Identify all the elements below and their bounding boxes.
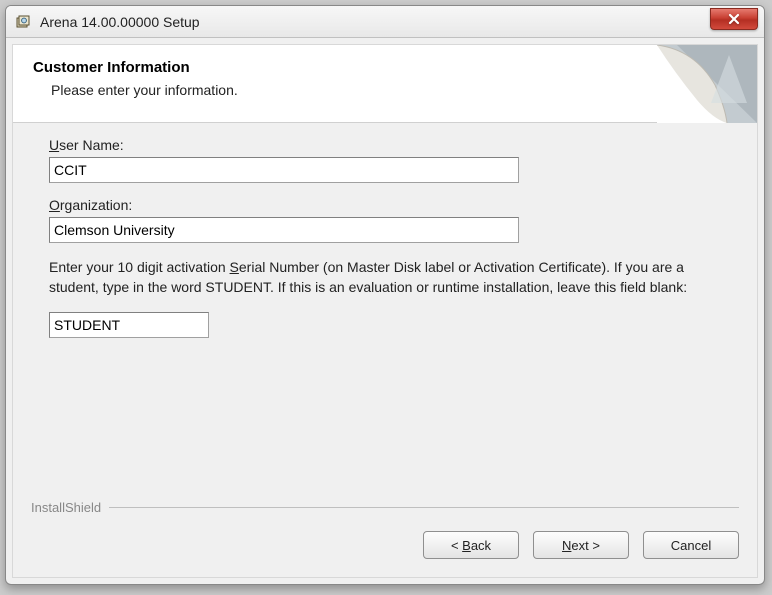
page-subtitle: Please enter your information.: [51, 82, 737, 98]
button-row: < Back Next > Cancel: [31, 531, 739, 559]
close-icon: [727, 13, 741, 25]
user-name-input[interactable]: [49, 157, 519, 183]
close-button[interactable]: [710, 8, 758, 30]
form-area: User Name: Organization: Enter your 10 d…: [13, 123, 757, 500]
back-button[interactable]: < Back: [423, 531, 519, 559]
user-name-label: User Name:: [49, 137, 721, 153]
cancel-button[interactable]: Cancel: [643, 531, 739, 559]
serial-instructions: Enter your 10 digit activation Serial Nu…: [49, 257, 689, 298]
serial-number-input[interactable]: [49, 312, 209, 338]
titlebar[interactable]: Arena 14.00.00000 Setup: [6, 6, 764, 38]
page-title: Customer Information: [33, 59, 737, 76]
installer-icon: [14, 13, 32, 31]
installshield-label: InstallShield: [31, 500, 101, 515]
organization-input[interactable]: [49, 217, 519, 243]
dialog-body: Customer Information Please enter your i…: [12, 44, 758, 578]
header-panel: Customer Information Please enter your i…: [13, 45, 757, 123]
next-button[interactable]: Next >: [533, 531, 629, 559]
brand-divider: InstallShield: [31, 500, 739, 515]
footer-area: InstallShield < Back Next > Cancel: [13, 500, 757, 577]
divider-line: [109, 507, 739, 508]
window-title: Arena 14.00.00000 Setup: [40, 14, 710, 30]
setup-dialog: Arena 14.00.00000 Setup Customer Informa…: [5, 5, 765, 585]
organization-label: Organization:: [49, 197, 721, 213]
